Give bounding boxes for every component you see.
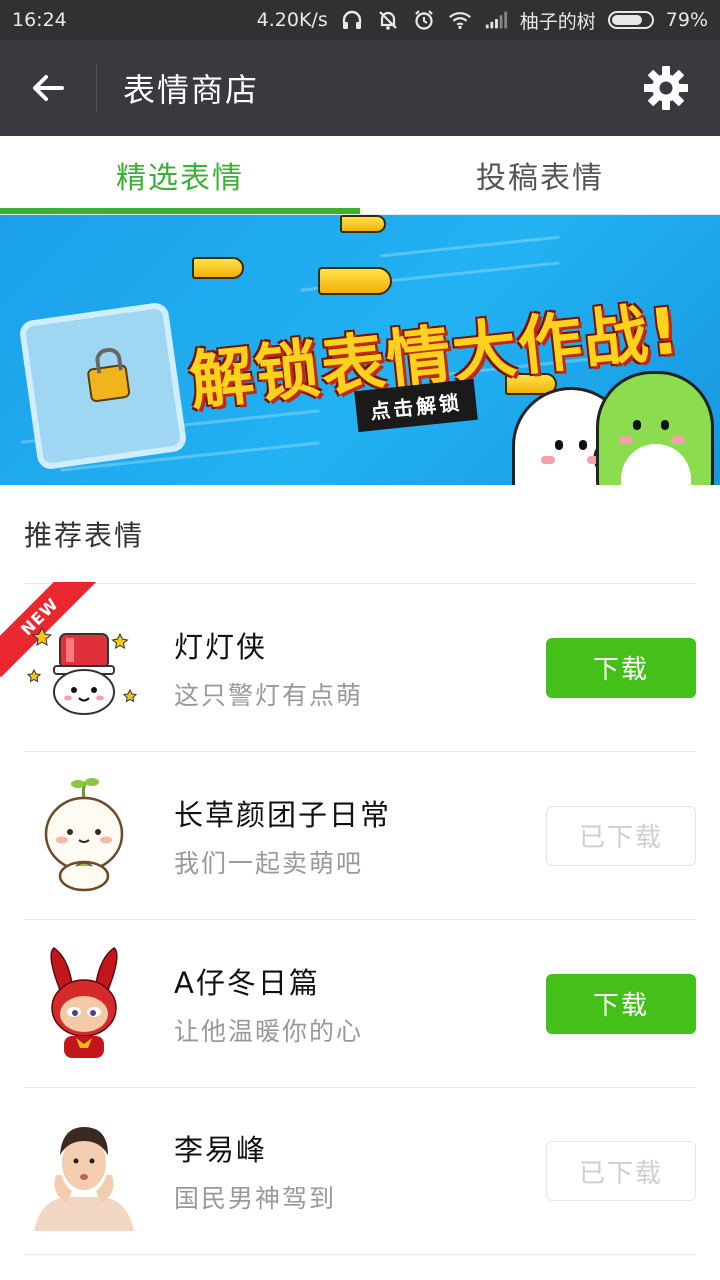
wifi-icon — [448, 8, 472, 32]
tab-featured[interactable]: 精选表情 — [0, 136, 360, 214]
sticker-description: 我们一起卖萌吧 — [174, 848, 364, 878]
bullet-decoration — [192, 257, 244, 279]
sticker-description: 国民男神驾到 — [174, 1184, 337, 1213]
signal-icon — [484, 8, 508, 32]
download-button[interactable]: 下载 — [546, 637, 696, 698]
title-divider — [96, 64, 97, 112]
sticker-name: A仔冬日篇 — [174, 965, 320, 1000]
mute-bell-icon — [376, 8, 400, 32]
battery-fill — [611, 15, 642, 25]
bullet-decoration — [340, 215, 386, 233]
sticker-thumbnail — [24, 608, 144, 728]
locked-card-image — [18, 301, 188, 471]
settings-button[interactable] — [642, 64, 690, 112]
carrier-name: 柚子的树 — [519, 10, 596, 33]
sticker-description: 这只警灯有点萌 — [174, 680, 364, 710]
tab-bar: 精选表情 投稿表情 — [0, 136, 720, 215]
alarm-icon — [412, 8, 436, 32]
promo-banner[interactable]: 解锁表情大作战! 点击解锁 — [0, 215, 720, 485]
sticker-name: 长草颜团子日常 — [174, 797, 392, 832]
lock-icon — [86, 363, 131, 403]
battery-icon — [607, 11, 654, 29]
download-button[interactable]: 下载 — [546, 973, 696, 1034]
back-button[interactable] — [0, 40, 96, 136]
gear-icon — [644, 66, 688, 110]
downloaded-button[interactable]: 已下载 — [546, 805, 696, 866]
app-bar: 表情商店 — [0, 40, 720, 136]
headphones-icon — [340, 8, 364, 32]
network-speed: 4.20K/s — [256, 9, 328, 31]
section-title: 推荐表情 — [24, 519, 145, 552]
sticker-thumbnail — [24, 776, 144, 896]
list-item[interactable]: NEW 灯灯侠 这只警灯有点萌 下载 — [0, 582, 696, 751]
status-time: 16:24 — [12, 9, 67, 31]
sticker-description: 让他温暖你的心 — [174, 1016, 364, 1046]
bullet-decoration — [318, 267, 392, 295]
status-bar: 16:24 4.20K/s 柚子的树 79% — [0, 0, 720, 40]
sticker-list: NEW 灯灯侠 这只警灯有点萌 下载 长草颜团子日常 我们一起卖萌吧 已下载 A… — [0, 582, 720, 1255]
list-item[interactable]: A仔冬日篇 让他温暖你的心 下载 — [24, 919, 696, 1087]
sticker-name: 灯灯侠 — [174, 629, 268, 664]
page-title: 表情商店 — [123, 71, 260, 109]
tab-submitted[interactable]: 投稿表情 — [360, 136, 720, 214]
green-dog-character — [596, 371, 714, 485]
list-item[interactable]: 李易峰 国民男神驾到 已下载 — [24, 1087, 696, 1255]
tab-indicator — [0, 208, 360, 214]
sticker-thumbnail — [24, 944, 144, 1064]
battery-percent: 79% — [665, 9, 708, 31]
sticker-name: 李易峰 — [174, 1133, 268, 1167]
downloaded-button[interactable]: 已下载 — [546, 1141, 696, 1201]
list-item[interactable]: 长草颜团子日常 我们一起卖萌吧 已下载 — [24, 751, 696, 919]
sticker-thumbnail — [24, 1111, 144, 1231]
arrow-left-icon — [33, 75, 64, 101]
